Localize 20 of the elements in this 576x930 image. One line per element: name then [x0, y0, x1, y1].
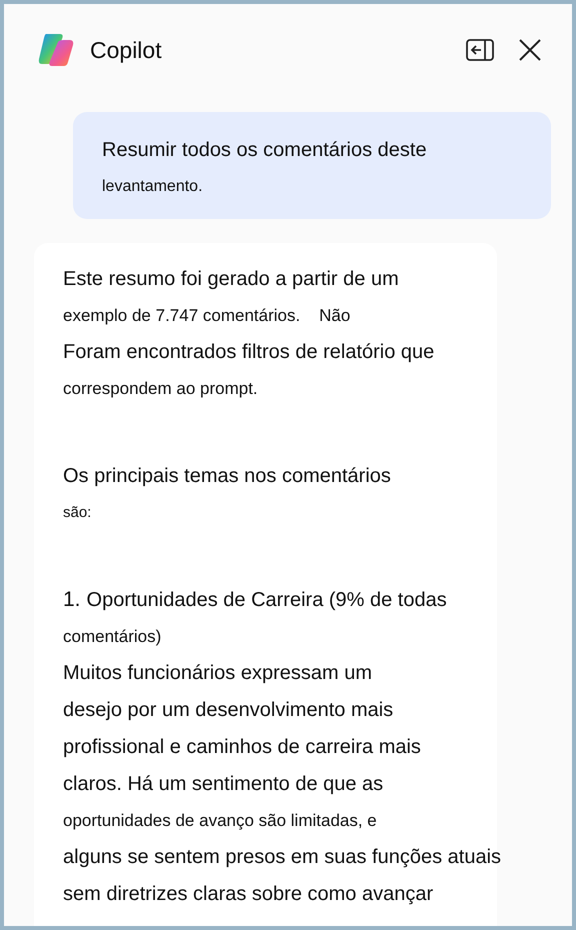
- response-text: Foram encontrados filtros de relatório que: [63, 340, 434, 365]
- response-text: sem diretrizes claras sobre como avançar: [63, 882, 434, 907]
- response-text: correspondem ao prompt.: [63, 378, 258, 400]
- response-text: profissional e caminhos de carreira mais: [63, 735, 421, 760]
- response-text: oportunidades de avanço são limitadas, e: [63, 810, 377, 832]
- response-text: Muitos funcionários expressam um: [63, 661, 372, 686]
- response-text: exemplo de 7.747 comentários. Não: [63, 305, 350, 327]
- response-text: desejo por um desenvolvimento mais: [63, 698, 394, 723]
- response-text: claros. Há um sentimento de que as: [63, 772, 384, 797]
- message-text: Resumir todos os comentários deste: [102, 138, 427, 163]
- response-text: comentários): [63, 626, 162, 648]
- response-text: alguns se sentem presos em suas funções atuais: [63, 845, 502, 870]
- response-text: são:: [63, 503, 92, 523]
- panel-title: Copilot: [90, 36, 163, 64]
- response-text: Os principais temas nos comentários: [63, 464, 391, 489]
- message-text: levantamento.: [102, 177, 203, 197]
- list-number: 1.: [63, 588, 81, 612]
- response-text: Oportunidades de Carreira (9% de todas: [86, 588, 447, 613]
- response-text: Este resumo foi gerado a partir de um: [63, 267, 399, 292]
- close-icon: [518, 38, 542, 62]
